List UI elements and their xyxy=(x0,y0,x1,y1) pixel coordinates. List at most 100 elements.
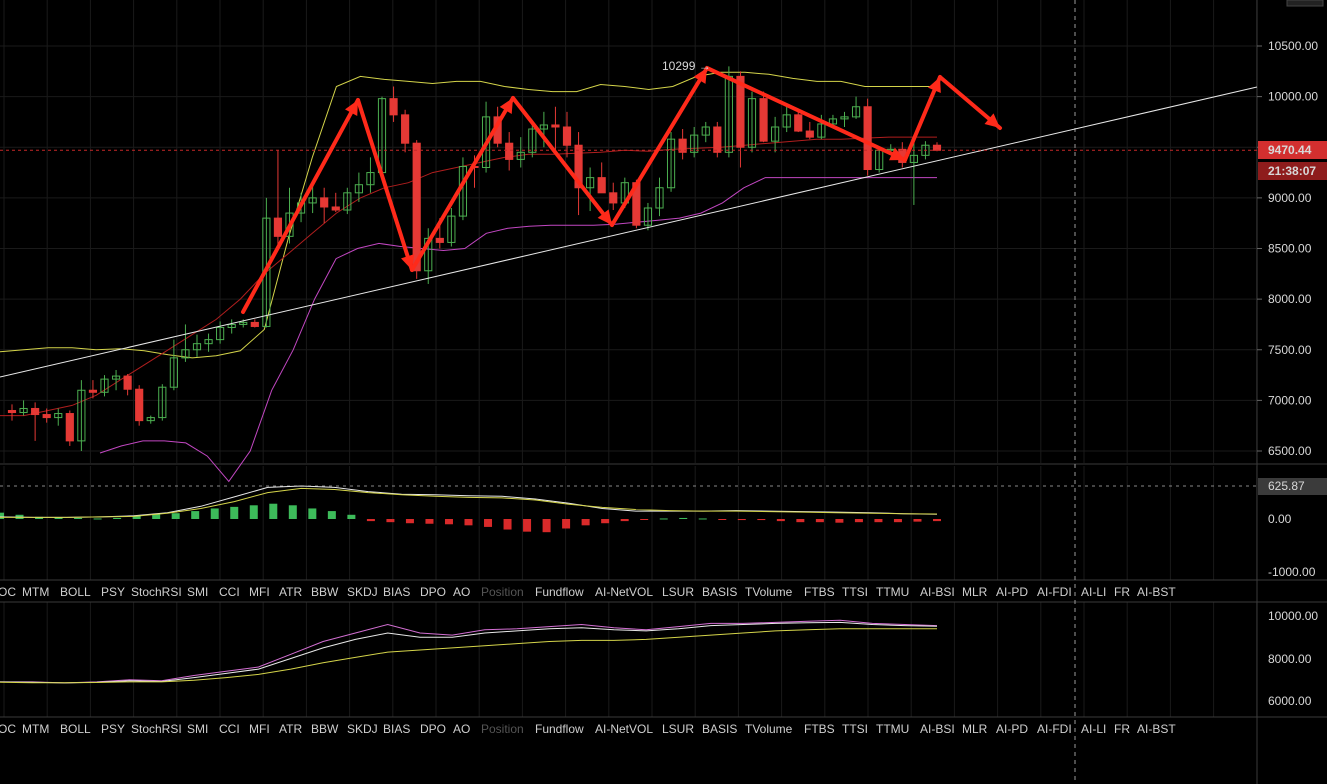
indicator-tab-ai-netvol[interactable]: AI-NetVOL xyxy=(595,585,653,599)
indicator-tab-dpo[interactable]: DPO xyxy=(420,585,446,599)
indicator-tab-ttsi[interactable]: TTSI xyxy=(842,722,868,736)
candle-body xyxy=(389,98,398,116)
indicator-tab-psy[interactable]: PSY xyxy=(101,722,125,736)
indicator-tab-ttmu[interactable]: TTMU xyxy=(876,585,909,599)
indicator-tab-ttsi[interactable]: TTSI xyxy=(842,585,868,599)
indicator-tab-lsur[interactable]: LSUR xyxy=(662,722,694,736)
indicator-tab-fr[interactable]: FR xyxy=(1114,585,1130,599)
indicator-tab-ai-fdi[interactable]: AI-FDI xyxy=(1037,585,1072,599)
trading-chart[interactable]: 10299 → 10500.0010000.009500.009000.0085… xyxy=(0,0,1327,784)
price-tick-label: 8000.00 xyxy=(1268,292,1312,306)
lower-slow-line xyxy=(0,628,937,684)
indicator-tab-basis[interactable]: BASIS xyxy=(702,722,737,736)
indicator-tab-ftbs[interactable]: FTBS xyxy=(804,585,835,599)
candle-body xyxy=(863,106,872,171)
macd-histogram-bar xyxy=(757,519,766,521)
indicator-tab-ao[interactable]: AO xyxy=(453,722,470,736)
price-tick-label: 6500.00 xyxy=(1268,444,1312,458)
indicator-tab-mtm[interactable]: MTM xyxy=(22,722,49,736)
bollinger-lower-line xyxy=(99,177,937,483)
indicator-tab-smi[interactable]: SMI xyxy=(187,585,208,599)
indicator-tab-bias[interactable]: BIAS xyxy=(383,585,410,599)
menu-icon[interactable] xyxy=(1286,0,1324,7)
macd-dea-line xyxy=(0,487,938,518)
macd-histogram-bar xyxy=(854,519,863,523)
indicator-tab-position[interactable]: Position xyxy=(481,585,524,599)
indicator-tab-ai-li[interactable]: AI-LI xyxy=(1081,722,1106,736)
candle-body xyxy=(331,206,340,211)
indicator-tab-bar-lower[interactable]: OC MTM BOLL PSY StochRSI SMI CCI MFI ATR BBW SKDJ B… xyxy=(0,722,1176,736)
indicator-tab-skdj[interactable]: SKDJ xyxy=(347,585,378,599)
indicator-tab-basis[interactable]: BASIS xyxy=(702,585,737,599)
indicator-tab-stochrsi[interactable]: StochRSI xyxy=(131,722,182,736)
indicator-tab-fundflow[interactable]: Fundflow xyxy=(535,585,584,599)
indicator-tab-tvolume[interactable]: TVolume xyxy=(745,722,793,736)
indicator-tab-skdj[interactable]: SKDJ xyxy=(347,722,378,736)
indicator-tab-bar[interactable]: OC MTM BOLL PSY StochRSI SMI CCI MFI ATR BBW SKDJ B… xyxy=(0,585,1176,599)
indicator-tab-atr[interactable]: ATR xyxy=(279,722,302,736)
macd-histogram-bar xyxy=(74,517,83,519)
macd-histogram-bar xyxy=(191,511,200,519)
indicator-tab-atr[interactable]: ATR xyxy=(279,585,302,599)
indicator-tab-ai-fdi[interactable]: AI-FDI xyxy=(1037,722,1072,736)
indicator-tab-ttmu[interactable]: TTMU xyxy=(876,722,909,736)
macd-histogram-bar xyxy=(523,519,532,532)
candle-body xyxy=(135,388,144,422)
macd-histogram-bar xyxy=(444,519,453,525)
macd-histogram-bar xyxy=(464,519,473,526)
indicator-tab-bbw[interactable]: BBW xyxy=(311,722,339,736)
indicator-tab-mfi[interactable]: MFI xyxy=(249,722,270,736)
candle-body xyxy=(597,177,606,194)
indicator-tab-tvolume[interactable]: TVolume xyxy=(745,585,793,599)
indicator-tab-ai-netvol[interactable]: AI-NetVOL xyxy=(595,722,653,736)
indicator-tab-bias[interactable]: BIAS xyxy=(383,722,410,736)
candlestick-series xyxy=(7,66,942,451)
indicator-tab-stochrsi[interactable]: StochRSI xyxy=(131,585,182,599)
price-tick-label: 8500.00 xyxy=(1268,242,1312,256)
high-annotation: 10299 → xyxy=(662,59,711,73)
indicator-tab-fr[interactable]: FR xyxy=(1114,722,1130,736)
indicator-tab-ai-li[interactable]: AI-LI xyxy=(1081,585,1106,599)
macd-histogram-bar xyxy=(230,506,239,519)
indicator-tab-oc[interactable]: OC xyxy=(0,585,16,599)
candle-body xyxy=(736,75,745,148)
indicator-tab-ai-pd[interactable]: AI-PD xyxy=(996,585,1028,599)
indicator-tab-psy[interactable]: PSY xyxy=(101,585,125,599)
candle-body xyxy=(794,114,803,132)
macd-histogram-bar xyxy=(933,519,941,522)
macd-histogram-bar xyxy=(210,508,219,519)
candle-body xyxy=(273,217,283,237)
indicator-tab-bbw[interactable]: BBW xyxy=(311,585,339,599)
menu-icon-frame xyxy=(1286,0,1324,7)
indicator-tab-mtm[interactable]: MTM xyxy=(22,585,49,599)
indicator-tab-ai-bst[interactable]: AI-BST xyxy=(1137,722,1176,736)
indicator-tab-position[interactable]: Position xyxy=(481,722,524,736)
macd-histogram-bar xyxy=(776,519,785,522)
indicator-tab-ftbs[interactable]: FTBS xyxy=(804,722,835,736)
indicator-tab-boll[interactable]: BOLL xyxy=(60,585,91,599)
indicator-tab-cci[interactable]: CCI xyxy=(219,722,240,736)
indicator-tab-ai-bsi[interactable]: AI-BSI xyxy=(920,585,955,599)
indicator-tab-lsur[interactable]: LSUR xyxy=(662,585,694,599)
indicator-tab-cci[interactable]: CCI xyxy=(219,585,240,599)
indicator-tab-ai-bst[interactable]: AI-BST xyxy=(1137,585,1176,599)
macd-panel xyxy=(0,485,1257,533)
indicator-tab-ao[interactable]: AO xyxy=(453,585,470,599)
indicator-tab-mfi[interactable]: MFI xyxy=(249,585,270,599)
candle-body xyxy=(932,144,942,151)
candle-body xyxy=(31,407,40,416)
indicator-tab-mlr[interactable]: MLR xyxy=(962,585,988,599)
candle-body xyxy=(562,126,572,146)
lower-panel xyxy=(0,619,938,684)
bollinger-mid-line xyxy=(0,136,937,417)
candle-body xyxy=(123,375,132,390)
indicator-tab-fundflow[interactable]: Fundflow xyxy=(535,722,584,736)
candle-body xyxy=(609,192,618,204)
indicator-tab-boll[interactable]: BOLL xyxy=(60,722,91,736)
indicator-tab-mlr[interactable]: MLR xyxy=(962,722,988,736)
indicator-tab-dpo[interactable]: DPO xyxy=(420,722,446,736)
indicator-tab-ai-bsi[interactable]: AI-BSI xyxy=(920,722,955,736)
indicator-tab-smi[interactable]: SMI xyxy=(187,722,208,736)
indicator-tab-ai-pd[interactable]: AI-PD xyxy=(996,722,1028,736)
indicator-tab-oc[interactable]: OC xyxy=(0,722,16,736)
